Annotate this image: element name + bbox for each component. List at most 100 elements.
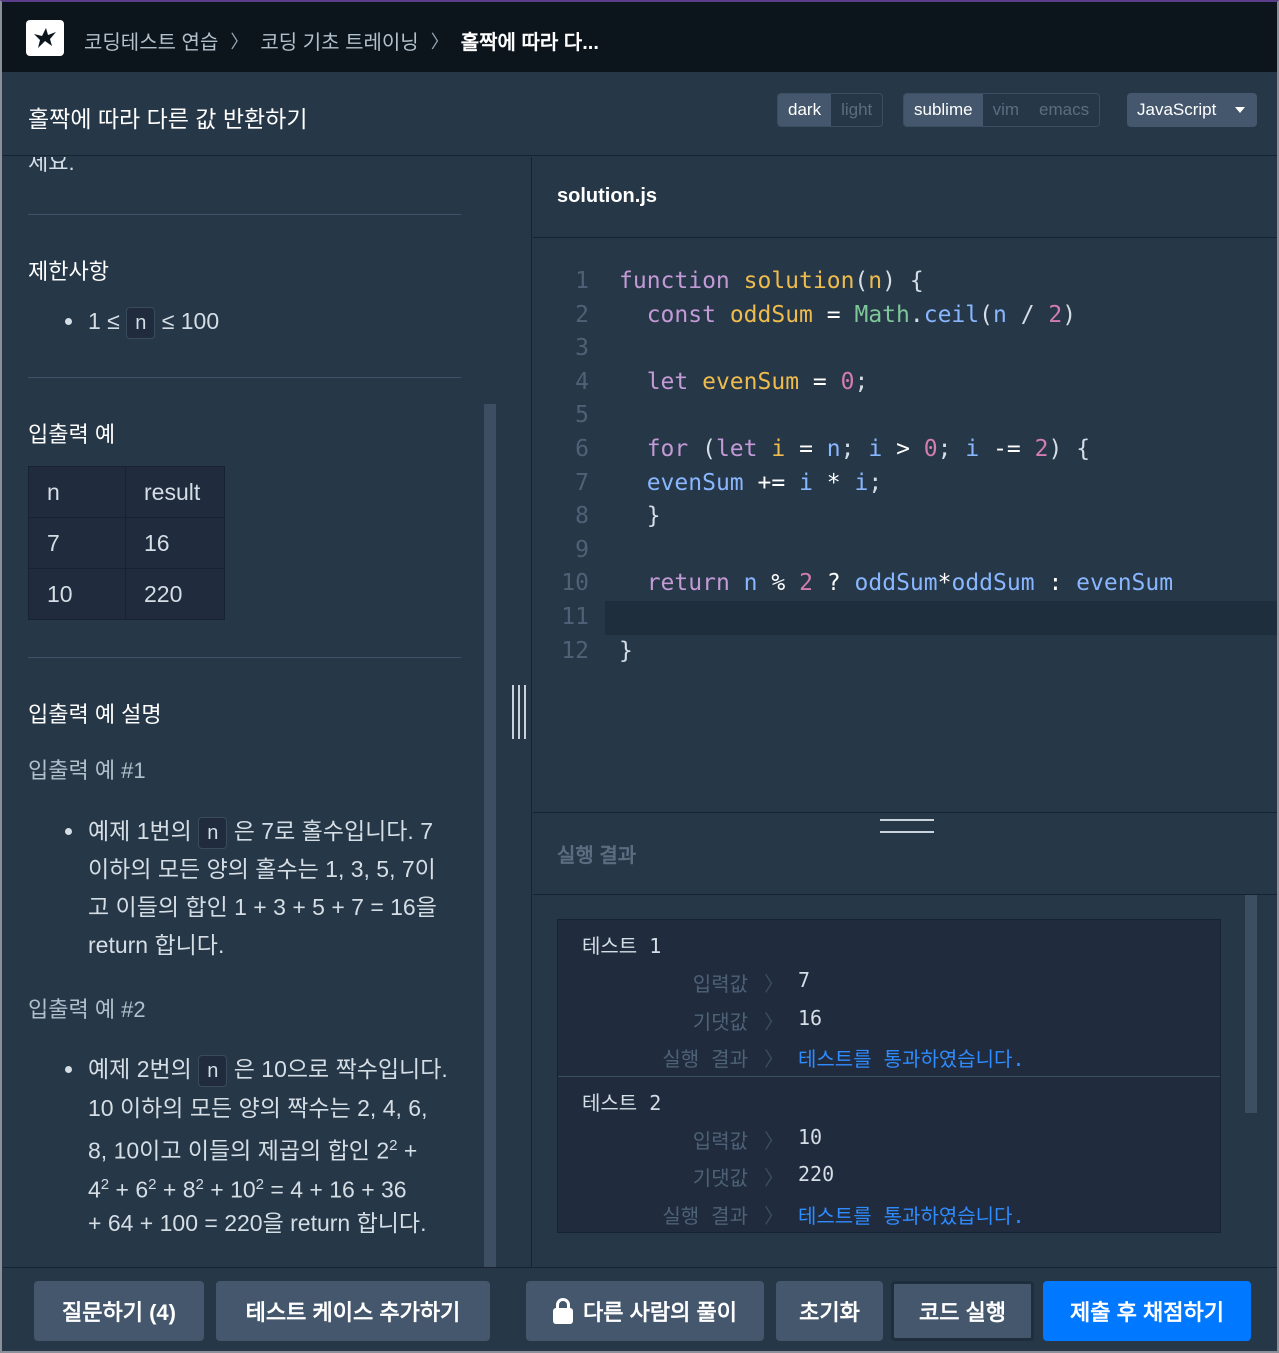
table-header-cell: result: [125, 466, 225, 518]
language-label: JavaScript: [1137, 100, 1217, 119]
result-scrollbar[interactable]: [1245, 895, 1257, 1113]
test-row-outcome: 실행 결과 〉 테스트를 통과하였습니다.: [558, 1200, 1220, 1230]
example1-line: 고 이들의 합인 1 + 3 + 5 + 7 = 16을: [88, 894, 437, 920]
constraints-heading: 제한사항: [28, 259, 109, 284]
example1-line: 이하의 모든 양의 홀수는 1, 3, 5, 7이: [88, 856, 436, 882]
example1-title: 입출력 예 #1: [28, 758, 146, 783]
result-console: 테스트 1 입력값 〉 7 기댓값 〉 16 실행 결과 〉 테스트를 통과하였…: [557, 919, 1221, 1233]
breadcrumb-item-current: 홀짝에 따라 다...: [460, 32, 599, 54]
chevron-right-icon: 〉: [764, 972, 784, 996]
pass-message: 테스트를 통과하였습니다.: [798, 1204, 1025, 1228]
io-explain-heading: 입출력 예 설명: [28, 702, 162, 727]
code-line[interactable]: 2 const oddSum = Math.ceil(n / 2): [533, 299, 1277, 333]
example2-line: + 64 + 100 = 220을 return 합니다.: [88, 1210, 427, 1236]
code-line[interactable]: 1 function solution(n) {: [533, 265, 1277, 299]
lock-icon: [553, 1298, 574, 1324]
example1-line: return 합니다.: [88, 932, 225, 958]
test-title: 테스트 1: [582, 934, 662, 958]
test-row-input: 입력값 〉 10: [692, 1125, 823, 1153]
test-result: 테스트 2 입력값 〉 10 기댓값 〉 220 실행 결과 〉 테스트를 통과…: [558, 1076, 1220, 1232]
code-line-active[interactable]: 11: [561, 600, 1277, 635]
result-title: 실행 결과: [557, 845, 637, 867]
divider: [28, 214, 461, 215]
others-solutions-button[interactable]: 다른 사람의 풀이: [526, 1281, 764, 1341]
divider: [28, 377, 461, 378]
programmers-logo-icon[interactable]: [26, 20, 64, 56]
inline-code: n: [198, 817, 228, 849]
file-name: solution.js: [557, 185, 657, 207]
table-header-row: n result: [28, 466, 225, 518]
code-line[interactable]: 12}: [533, 635, 1277, 669]
code-line[interactable]: 10 return n % 2 ? oddSum*oddSum : evenSu…: [533, 567, 1277, 601]
pass-message: 테스트를 통과하였습니다.: [798, 1047, 1025, 1071]
chevron-right-icon: 〉: [430, 31, 449, 52]
table-cell: 7: [28, 517, 126, 569]
chevron-right-icon: 〉: [230, 31, 249, 52]
submit-button[interactable]: 제출 후 채점하기: [1043, 1281, 1251, 1341]
code-line[interactable]: 8 }: [533, 500, 1277, 534]
bullet-icon: [65, 318, 72, 325]
language-select[interactable]: JavaScript: [1127, 93, 1257, 127]
keymap-emacs-option[interactable]: emacs: [1029, 94, 1100, 126]
breadcrumb-item-training[interactable]: 코딩 기초 트레이닝: [260, 26, 418, 55]
table-cell: 10: [28, 568, 126, 620]
divider: [28, 657, 461, 658]
example2-title: 입출력 예 #2: [28, 997, 146, 1022]
question-button[interactable]: 질문하기 (4): [34, 1281, 204, 1341]
code-editor: solution.js 1 function solution(n) { 2 co…: [533, 157, 1277, 812]
code-line[interactable]: 5: [533, 399, 1277, 433]
problem-description: 세요. 제한사항 1 ≤ n ≤ 100 입출력 예 n result 7 16…: [2, 157, 502, 1267]
theme-dark-option[interactable]: dark: [778, 94, 832, 126]
example2-line: 예제 2번의 n 은 10으로 짝수입니다.: [88, 1050, 448, 1088]
reset-button[interactable]: 초기화: [776, 1281, 883, 1341]
inline-code: n: [198, 1055, 228, 1087]
top-nav: 코딩테스트 연습 〉 코딩 기초 트레이닝 〉 홀짝에 따라 다...: [2, 2, 1277, 72]
app-frame: 코딩테스트 연습 〉 코딩 기초 트레이닝 〉 홀짝에 따라 다... 홀짝에 …: [0, 0, 1279, 1353]
breadcrumb-item-practice[interactable]: 코딩테스트 연습: [84, 26, 218, 55]
test-row-expected: 기댓값 〉 220: [692, 1162, 835, 1190]
example2-line: 8, 10이고 이들의 제곱의 합인 22 +: [88, 1137, 418, 1164]
example2-line: 42 + 62 + 82 + 102 = 4 + 16 + 36: [88, 1176, 407, 1203]
chevron-right-icon: 〉: [764, 1204, 784, 1228]
code-line[interactable]: 9: [533, 534, 1277, 568]
table-cell: 220: [125, 568, 225, 620]
constraint-item: 1 ≤ n ≤ 100: [88, 302, 219, 340]
chevron-right-icon: 〉: [764, 1010, 784, 1034]
chevron-right-icon: 〉: [764, 1166, 784, 1190]
page-title: 홀짝에 따라 다른 값 반환하기: [28, 106, 308, 132]
chevron-right-icon: 〉: [764, 1129, 784, 1153]
example2-line: 10 이하의 모든 양의 짝수는 2, 4, 6,: [88, 1095, 428, 1121]
code-area[interactable]: 1 function solution(n) { 2 const oddSum =…: [533, 265, 1277, 668]
table-cell: 16: [125, 517, 225, 569]
code-line[interactable]: 7 evenSum += i * i;: [533, 467, 1277, 501]
footer-toolbar: 질문하기 (4) 테스트 케이스 추가하기 다른 사람의 풀이 초기화 코드 실…: [2, 1267, 1277, 1351]
drag-handle-icon[interactable]: [512, 685, 526, 739]
keymap-sublime-option[interactable]: sublime: [904, 94, 983, 126]
example1-line: 예제 1번의 n 은 7로 홀수입니다. 7: [88, 812, 433, 850]
table-row: 7 16: [28, 517, 225, 569]
add-testcase-button[interactable]: 테스트 케이스 추가하기: [216, 1281, 490, 1341]
io-table: n result 7 16 10 220: [28, 466, 225, 620]
keymap-vim-option[interactable]: vim: [982, 94, 1030, 126]
table-header-cell: n: [28, 466, 126, 518]
bullet-icon: [65, 828, 72, 835]
code-line[interactable]: 6 for (let i = n; i > 0; i -= 2) {: [533, 433, 1277, 467]
file-tab: solution.js: [533, 157, 1277, 238]
theme-light-option[interactable]: light: [831, 94, 883, 126]
run-code-button[interactable]: 코드 실행: [891, 1281, 1034, 1341]
table-row: 10 220: [28, 568, 225, 620]
io-heading: 입출력 예: [28, 422, 116, 447]
description-text-cut: 세요.: [28, 157, 75, 175]
bullet-icon: [65, 1066, 72, 1073]
code-line[interactable]: 4 let evenSum = 0;: [533, 366, 1277, 400]
breadcrumb: 코딩테스트 연습 〉 코딩 기초 트레이닝 〉 홀짝에 따라 다...: [84, 26, 599, 55]
test-row-input: 입력값 〉 7: [692, 968, 811, 996]
test-row-outcome: 실행 결과 〉 테스트를 통과하였습니다.: [558, 1043, 1220, 1073]
code-line[interactable]: 3: [533, 332, 1277, 366]
left-scrollbar[interactable]: [484, 404, 496, 1267]
test-title: 테스트 2: [582, 1091, 662, 1115]
challenge-header: 홀짝에 따라 다른 값 반환하기 dark light sublime vim …: [2, 72, 1277, 156]
inline-code: n: [126, 307, 156, 339]
caret-down-icon: [1235, 107, 1245, 113]
keymap-toggle: sublime vim emacs: [903, 93, 1101, 127]
